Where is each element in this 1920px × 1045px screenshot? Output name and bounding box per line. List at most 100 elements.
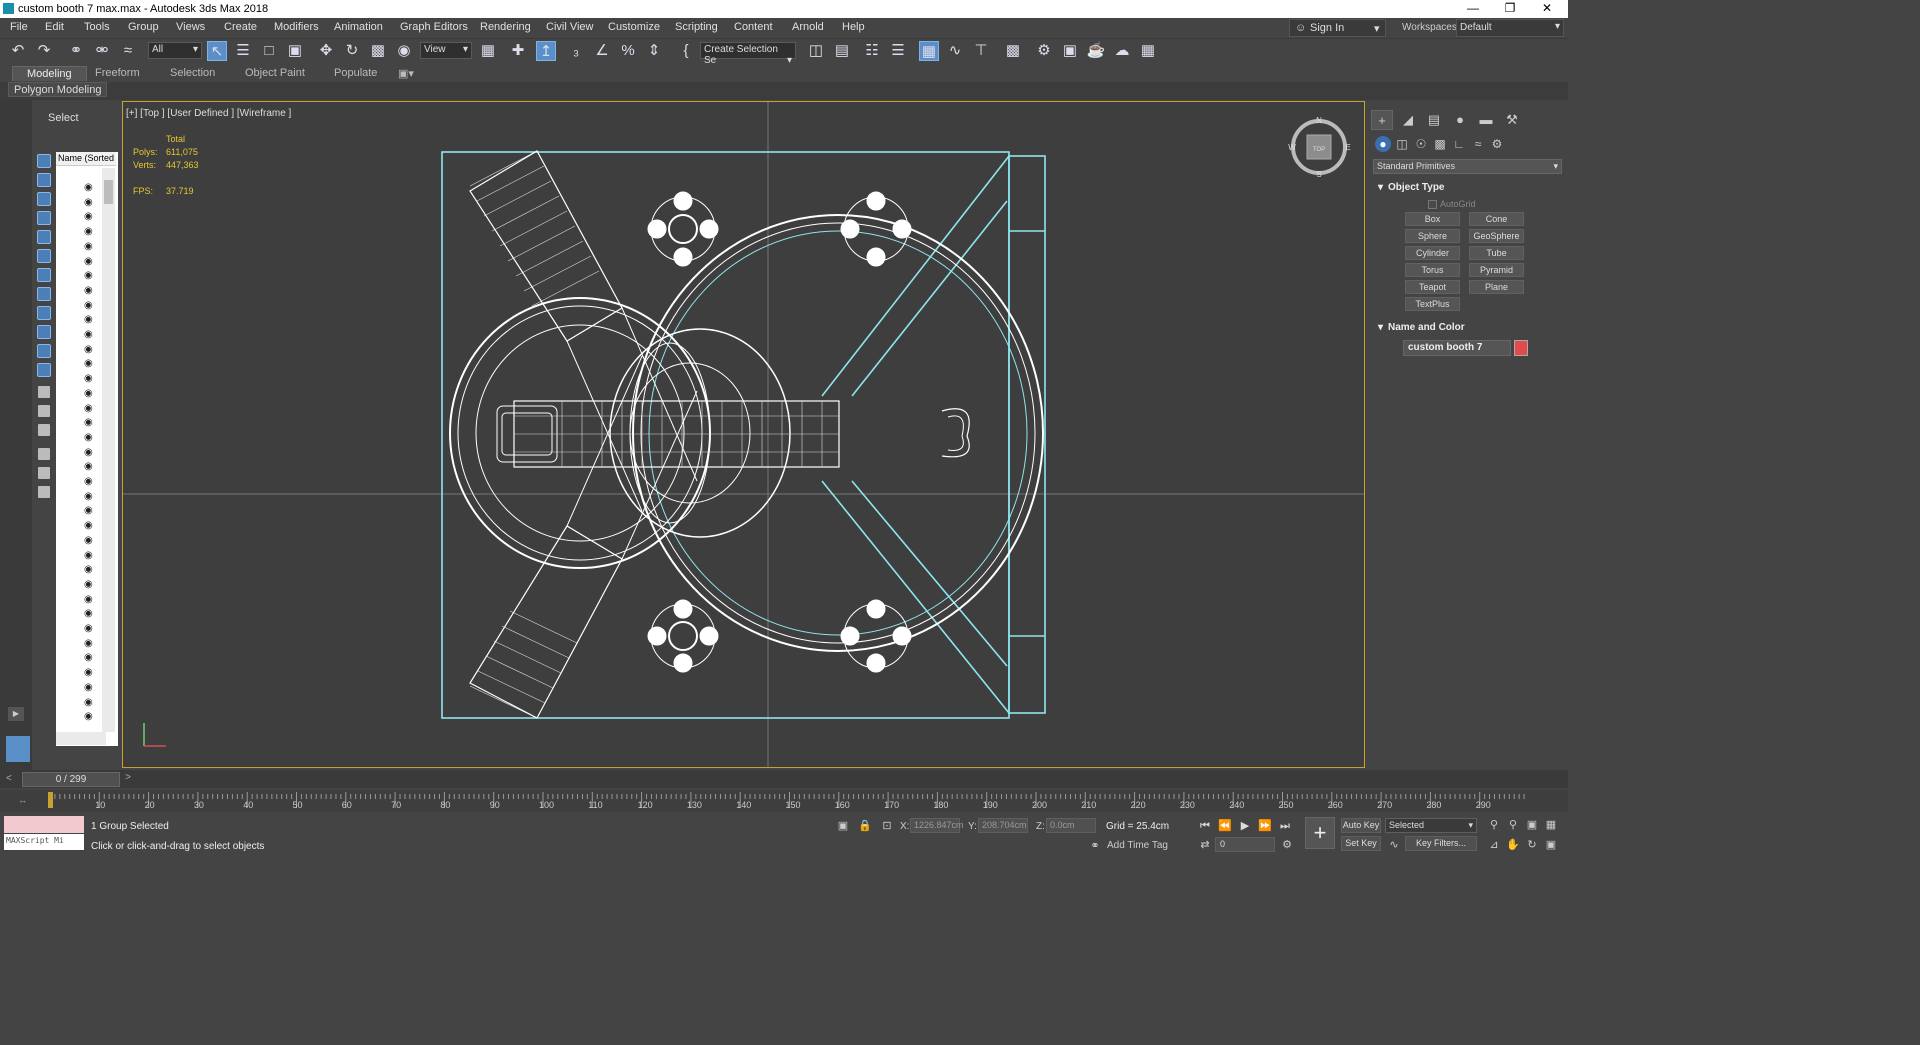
undo-icon[interactable]: ↶: [8, 41, 28, 61]
display-xrefs-icon[interactable]: [37, 287, 51, 301]
time-slider-thumb[interactable]: 0 / 299: [22, 772, 120, 787]
snaps-toggle-icon[interactable]: ₃: [566, 41, 586, 61]
visibility-eye-icon[interactable]: ◉: [84, 711, 102, 722]
tab-modeling[interactable]: Modeling: [12, 66, 87, 81]
current-frame-field[interactable]: 0: [1215, 837, 1275, 852]
a360-gallery-icon[interactable]: ▦: [1138, 41, 1158, 61]
shapes-category-icon[interactable]: ◫: [1394, 136, 1410, 152]
toggle-layer-explorer-icon[interactable]: ☰: [888, 41, 908, 61]
time-configuration-icon[interactable]: ⚙: [1280, 838, 1294, 852]
auto-key-button[interactable]: Auto Key: [1341, 818, 1381, 833]
visibility-eye-icon[interactable]: ◉: [84, 373, 102, 384]
display-shapes-icon[interactable]: [37, 173, 51, 187]
add-time-tag[interactable]: Add Time Tag: [1107, 840, 1168, 851]
visibility-eye-icon[interactable]: ◉: [84, 226, 102, 237]
display-geometry-icon[interactable]: [37, 154, 51, 168]
visibility-eye-icon[interactable]: ◉: [84, 623, 102, 634]
expand-arrow-icon[interactable]: ▶: [8, 707, 24, 721]
visibility-eye-icon[interactable]: ◉: [84, 476, 102, 487]
time-slider[interactable]: [0, 770, 1568, 788]
display-all-icon[interactable]: [38, 386, 50, 398]
tube-button[interactable]: Tube: [1469, 246, 1524, 260]
maximize-viewport-icon[interactable]: ▣: [1544, 838, 1558, 852]
cone-button[interactable]: Cone: [1469, 212, 1524, 226]
visibility-eye-icon[interactable]: ◉: [84, 358, 102, 369]
motion-tab-icon[interactable]: ●: [1449, 110, 1471, 130]
absolute-mode-icon[interactable]: ⊡: [880, 819, 894, 833]
x-coord-field[interactable]: 1226.847cm: [910, 818, 964, 833]
curve-editor-icon[interactable]: ∿: [945, 41, 965, 61]
default-in-out-tangents-icon[interactable]: ∿: [1387, 838, 1401, 852]
display-lights-icon[interactable]: [37, 192, 51, 206]
visibility-eye-icon[interactable]: ◉: [84, 594, 102, 605]
explorer-scroll-thumb[interactable]: [104, 180, 113, 204]
display-spacewarps-icon[interactable]: [37, 249, 51, 263]
current-frame-marker[interactable]: [48, 792, 53, 808]
menu-group[interactable]: Group: [128, 21, 159, 33]
place-icon[interactable]: ◉: [394, 41, 414, 61]
display-groups-icon[interactable]: [37, 268, 51, 282]
select-object-icon[interactable]: ↖: [207, 41, 227, 61]
rectangular-selection-icon[interactable]: □: [259, 41, 279, 61]
rotate-icon[interactable]: ↻: [342, 41, 362, 61]
pan-view-icon[interactable]: ✋: [1506, 838, 1520, 852]
visibility-eye-icon[interactable]: ◉: [84, 403, 102, 414]
visibility-eye-icon[interactable]: ◉: [84, 638, 102, 649]
key-set-dropdown[interactable]: Selected ▾: [1385, 818, 1477, 833]
visibility-eye-icon[interactable]: ◉: [84, 417, 102, 428]
zoom-all-icon[interactable]: ⚲: [1506, 818, 1520, 832]
sphere-button[interactable]: Sphere: [1405, 229, 1460, 243]
mini-curve-editor-icon[interactable]: ↔: [18, 795, 27, 805]
primitive-type-dropdown[interactable]: Standard Primitives ▾: [1373, 159, 1562, 174]
visibility-eye-icon[interactable]: ◉: [84, 682, 102, 693]
select-by-name-icon[interactable]: ☰: [233, 41, 253, 61]
menu-animation[interactable]: Animation: [334, 21, 383, 33]
spinner-snap-icon[interactable]: ⇕: [644, 41, 664, 61]
next-frame-icon[interactable]: ⏩: [1257, 818, 1273, 834]
object-name-field[interactable]: custom booth 7: [1403, 340, 1511, 356]
explorer-scrollbar[interactable]: [102, 168, 115, 732]
close-button[interactable]: ✕: [1532, 0, 1562, 18]
funnel-icon[interactable]: [38, 467, 50, 479]
cameras-category-icon[interactable]: ▩: [1432, 136, 1448, 152]
autogrid-checkbox[interactable]: [1428, 200, 1437, 209]
visibility-eye-icon[interactable]: ◉: [84, 285, 102, 296]
link-icon[interactable]: ⚭: [66, 41, 86, 61]
display-frozen-icon[interactable]: [37, 344, 51, 358]
toggle-scene-explorer-icon[interactable]: ☷: [862, 41, 882, 61]
visibility-eye-icon[interactable]: ◉: [84, 461, 102, 472]
ribbon-options-icon[interactable]: ▣▾: [398, 67, 414, 80]
align-icon[interactable]: ▤: [832, 41, 852, 61]
render-in-cloud-icon[interactable]: ☁: [1112, 41, 1132, 61]
visibility-eye-icon[interactable]: ◉: [84, 329, 102, 340]
rendered-frame-window-icon[interactable]: ▣: [1060, 41, 1080, 61]
time-tag-icon[interactable]: ⚭: [1088, 839, 1102, 853]
visibility-eye-icon[interactable]: ◉: [84, 667, 102, 678]
visibility-eye-icon[interactable]: ◉: [84, 270, 102, 281]
reference-coordinate-dropdown[interactable]: View ▾: [420, 42, 472, 59]
menu-content[interactable]: Content: [734, 21, 773, 33]
percent-snap-icon[interactable]: %: [618, 41, 638, 61]
visibility-eye-icon[interactable]: ◉: [84, 432, 102, 443]
visibility-eye-icon[interactable]: ◉: [84, 491, 102, 502]
textplus-button[interactable]: TextPlus: [1405, 297, 1460, 311]
display-cameras-icon[interactable]: [37, 211, 51, 225]
hierarchy-tab-icon[interactable]: ▤: [1423, 110, 1445, 130]
visibility-eye-icon[interactable]: ◉: [84, 256, 102, 267]
rollout-collapse-icon[interactable]: ▾: [1378, 322, 1383, 333]
menu-help[interactable]: Help: [842, 21, 865, 33]
lights-category-icon[interactable]: ☉: [1413, 136, 1429, 152]
go-to-end-icon[interactable]: ⏭: [1277, 818, 1293, 834]
tab-selection[interactable]: Selection: [170, 67, 215, 79]
set-keys-icon[interactable]: +: [1305, 817, 1335, 849]
visibility-eye-icon[interactable]: ◉: [84, 300, 102, 311]
named-selection-dropdown[interactable]: Create Selection Se ▾: [700, 42, 796, 66]
torus-button[interactable]: Torus: [1405, 263, 1460, 277]
bind-spacewarp-icon[interactable]: ≈: [118, 41, 138, 61]
visibility-eye-icon[interactable]: ◉: [84, 697, 102, 708]
menu-edit[interactable]: Edit: [45, 21, 64, 33]
plane-button[interactable]: Plane: [1469, 280, 1524, 294]
name-column-header[interactable]: Name (Sorted A: [56, 152, 116, 166]
explorer-hscrollbar[interactable]: [56, 732, 106, 745]
field-of-view-icon[interactable]: ⊿: [1487, 838, 1501, 852]
